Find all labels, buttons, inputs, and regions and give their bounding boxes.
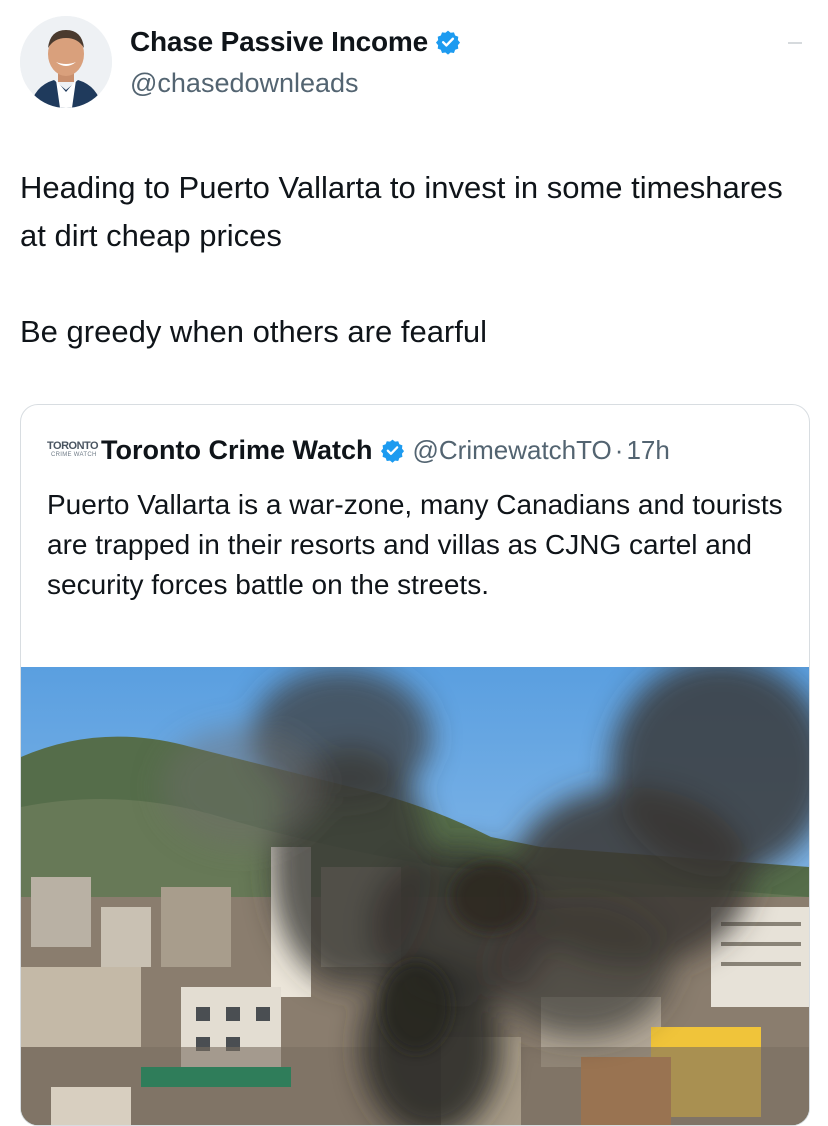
quoted-tweet-header: TORONTO CRIME WATCH Toronto Crime Watch … xyxy=(47,435,670,466)
verified-badge-icon[interactable] xyxy=(435,29,461,55)
quoted-timestamp[interactable]: 17h xyxy=(626,435,669,466)
quoted-tweet-text: Puerto Vallarta is a war-zone, many Cana… xyxy=(47,489,783,600)
tweet-body: Heading to Puerto Vallarta to invest in … xyxy=(20,164,800,356)
logo-text-top: TORONTO xyxy=(47,439,99,452)
smoke-over-city-photo[interactable] xyxy=(21,667,809,1125)
quoted-tweet-card[interactable]: TORONTO CRIME WATCH Toronto Crime Watch … xyxy=(20,404,810,1126)
author-avatar[interactable] xyxy=(20,16,112,108)
toronto-crime-watch-logo[interactable]: TORONTO CRIME WATCH xyxy=(47,440,99,462)
quoted-author-name[interactable]: Toronto Crime Watch xyxy=(101,435,373,466)
tweet-paragraph: Be greedy when others are fearful xyxy=(20,314,487,349)
author-name-row: Chase Passive Income xyxy=(130,26,461,58)
author-handle[interactable]: @chasedownleads xyxy=(130,68,359,99)
author-display-name[interactable]: Chase Passive Income xyxy=(130,26,428,58)
verified-badge-icon xyxy=(380,439,404,463)
quoted-author-handle[interactable]: @CrimewatchTO xyxy=(413,435,612,466)
more-options-icon[interactable] xyxy=(788,42,802,44)
tweet-header: Chase Passive Income @chasedownleads xyxy=(20,16,808,116)
logo-text-bottom: CRIME WATCH xyxy=(51,451,97,458)
separator-dot: · xyxy=(614,435,624,465)
tweet-paragraph: Heading to Puerto Vallarta to invest in … xyxy=(20,170,783,253)
